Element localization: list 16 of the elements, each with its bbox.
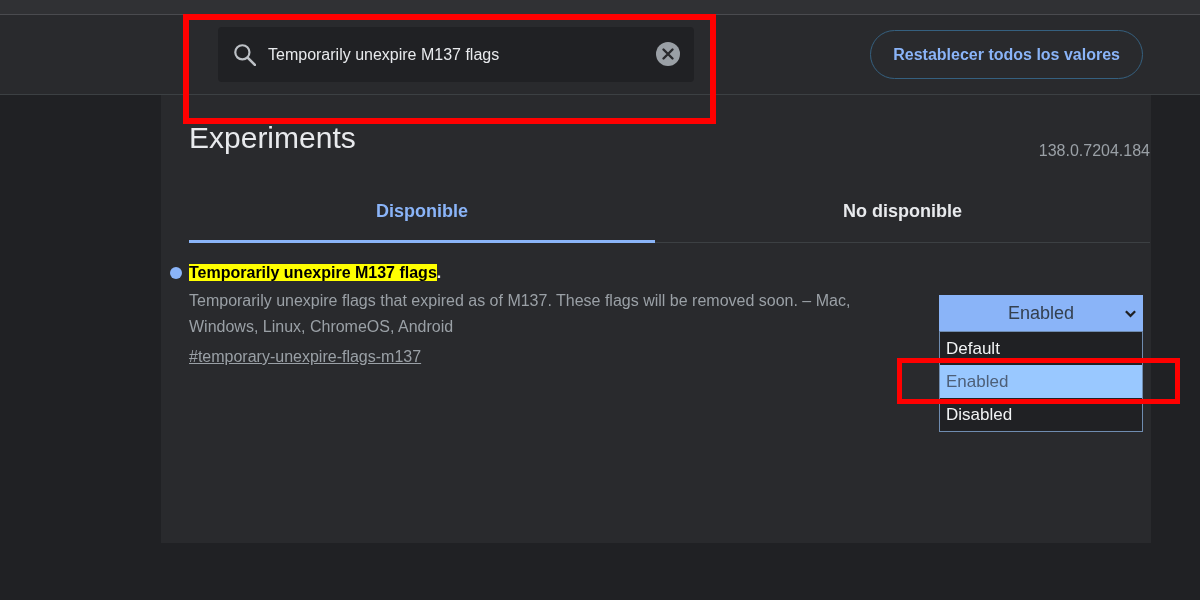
tab[interactable]: No disponible [655, 183, 1150, 243]
flag-link[interactable]: #temporary-unexpire-flags-m137 [189, 348, 422, 365]
dropdown-option[interactable]: Default [940, 332, 1142, 365]
dropdown-option[interactable]: Enabled [940, 365, 1142, 398]
clear-search-button[interactable] [656, 42, 680, 66]
flag-select[interactable]: Enabled [939, 295, 1143, 331]
flag-title: Temporarily unexpire M137 flags. [189, 263, 443, 283]
page-title: Experiments [189, 121, 356, 155]
close-icon [656, 42, 680, 66]
chevron-down-icon [1124, 309, 1137, 318]
flag-description: Temporarily unexpire flags that expired as of M137. These flags will be removed soon. – Mac, Windows, Linux, ChromeOS, Android [189, 291, 852, 337]
tab[interactable]: Disponible [189, 183, 655, 243]
search-icon [232, 42, 256, 66]
dropdown-option[interactable]: Disabled [940, 398, 1142, 431]
version-label: 138.0.7204.184 [1038, 141, 1150, 161]
search-field[interactable]: Temporarily unexpire M137 flags [218, 27, 694, 82]
